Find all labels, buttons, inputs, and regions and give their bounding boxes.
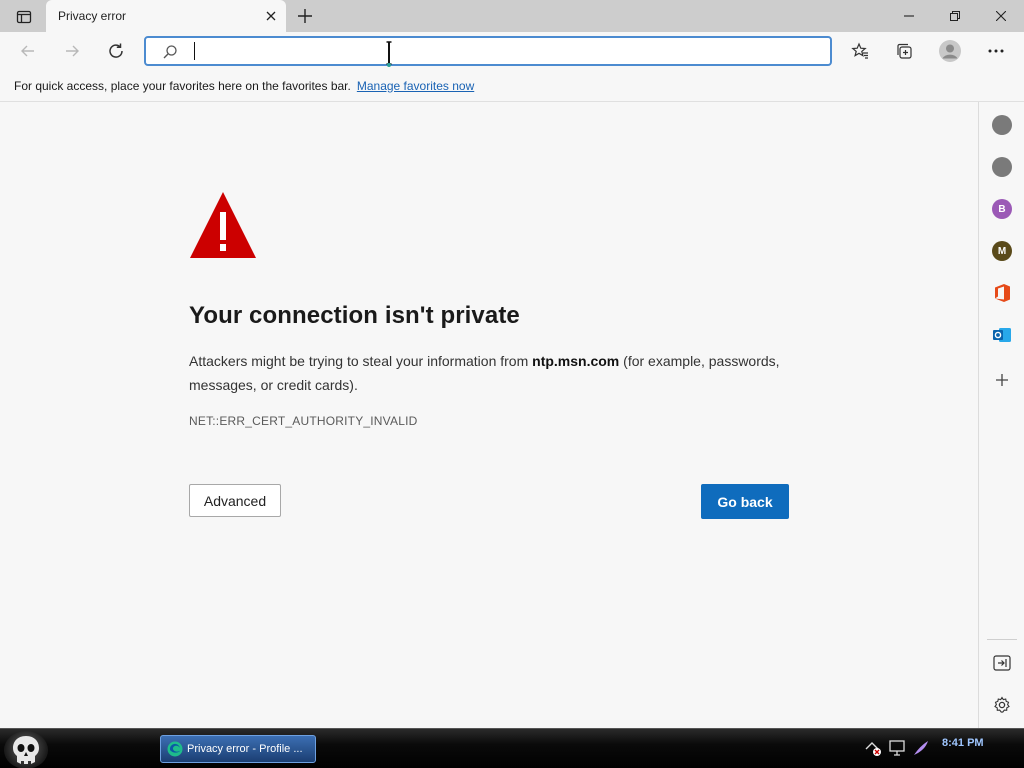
forward-button[interactable] xyxy=(56,36,88,66)
outlook-icon xyxy=(993,328,1011,342)
skull-logo-icon xyxy=(13,736,39,764)
refresh-icon xyxy=(109,43,123,58)
star-list-icon xyxy=(851,42,868,59)
edge-logo-icon xyxy=(167,741,183,757)
restore-icon xyxy=(950,11,960,21)
plus-icon xyxy=(298,9,312,23)
taskbar-app-edge[interactable]: Privacy error - Profile ... xyxy=(160,735,316,763)
page-title: Your connection isn't private xyxy=(189,302,520,329)
more-horizontal-icon xyxy=(988,49,1004,53)
advanced-button[interactable]: Advanced xyxy=(189,484,281,517)
sidebar-placeholder-icon xyxy=(992,157,1012,177)
sidebar-item-outlook[interactable] xyxy=(991,324,1013,346)
sidebar-divider xyxy=(987,639,1017,640)
tab-title: Privacy error xyxy=(58,9,127,23)
sidebar-placeholder-icon xyxy=(992,115,1012,135)
sidebar-item-m[interactable]: M xyxy=(991,240,1013,262)
arrow-right-icon xyxy=(66,45,79,57)
error-description: Attackers might be trying to steal your … xyxy=(189,349,799,397)
taskbar-app-label: Privacy error - Profile ... xyxy=(187,743,303,755)
taskbar-clock[interactable]: 8:41 PM xyxy=(942,737,984,749)
address-input[interactable] xyxy=(188,40,788,62)
network-disconnected-icon xyxy=(865,742,881,756)
plus-icon xyxy=(996,374,1008,386)
manage-favorites-link[interactable]: Manage favorites now xyxy=(357,79,474,93)
sidebar-hide-button[interactable] xyxy=(991,652,1013,674)
description-text-1: Attackers might be trying to steal your … xyxy=(189,353,533,369)
profile-button[interactable] xyxy=(934,36,966,66)
office-icon xyxy=(995,284,1010,302)
arrow-left-icon xyxy=(21,45,34,57)
description-host: ntp.msn.com xyxy=(532,353,620,369)
close-window-button[interactable] xyxy=(978,0,1024,32)
collapse-panel-icon xyxy=(993,655,1011,671)
ibeam-cursor-icon xyxy=(386,41,392,67)
collections-icon xyxy=(897,43,912,59)
sidebar-item-1[interactable] xyxy=(991,114,1013,136)
minimize-icon xyxy=(904,15,914,17)
tab-actions-icon xyxy=(16,10,32,24)
edge-sidebar: B M xyxy=(978,102,1024,728)
sidebar-item-b[interactable]: B xyxy=(991,198,1013,220)
monitor-icon xyxy=(889,740,905,756)
title-bar: Privacy error xyxy=(0,0,1024,32)
sidebar-item-2[interactable] xyxy=(991,156,1013,178)
close-icon xyxy=(266,11,276,21)
settings-more-button[interactable] xyxy=(980,36,1012,66)
minimize-button[interactable] xyxy=(886,0,932,32)
browser-toolbar xyxy=(0,32,1024,70)
avatar-icon xyxy=(939,40,961,62)
new-tab-button[interactable] xyxy=(292,4,318,28)
start-button[interactable] xyxy=(4,731,48,768)
text-caret xyxy=(194,42,195,60)
error-code: NET::ERR_CERT_AUTHORITY_INVALID xyxy=(189,414,418,428)
refresh-button[interactable] xyxy=(100,36,132,66)
tray-display[interactable] xyxy=(888,739,906,757)
sidebar-add-button[interactable] xyxy=(991,369,1013,391)
tray-network[interactable] xyxy=(864,739,882,757)
favorites-button[interactable] xyxy=(844,36,876,66)
gear-icon xyxy=(994,696,1010,713)
sidebar-item-office[interactable] xyxy=(991,282,1013,304)
letter-m-icon: M xyxy=(992,241,1012,261)
tab-close-button[interactable] xyxy=(262,7,280,25)
tab-privacy-error[interactable]: Privacy error xyxy=(46,0,286,32)
tray-pen[interactable] xyxy=(912,739,930,757)
go-back-button[interactable]: Go back xyxy=(701,484,789,519)
warning-triangle-icon xyxy=(190,192,256,258)
taskbar: Privacy error - Profile ... 8:41 PM xyxy=(0,728,1024,768)
close-icon xyxy=(996,11,1006,21)
tab-actions-button[interactable] xyxy=(8,6,40,28)
favorites-bar: For quick access, place your favorites h… xyxy=(0,70,1024,102)
back-button[interactable] xyxy=(12,36,44,66)
error-page: Your connection isn't private Attackers … xyxy=(0,102,978,728)
collections-button[interactable] xyxy=(888,36,920,66)
sidebar-settings-button[interactable] xyxy=(991,694,1013,716)
letter-b-icon: B xyxy=(992,199,1012,219)
address-bar[interactable] xyxy=(144,36,832,67)
pen-feather-icon xyxy=(914,741,928,755)
restore-button[interactable] xyxy=(932,0,978,32)
favorites-bar-hint: For quick access, place your favorites h… xyxy=(14,78,351,93)
search-icon xyxy=(163,45,177,59)
